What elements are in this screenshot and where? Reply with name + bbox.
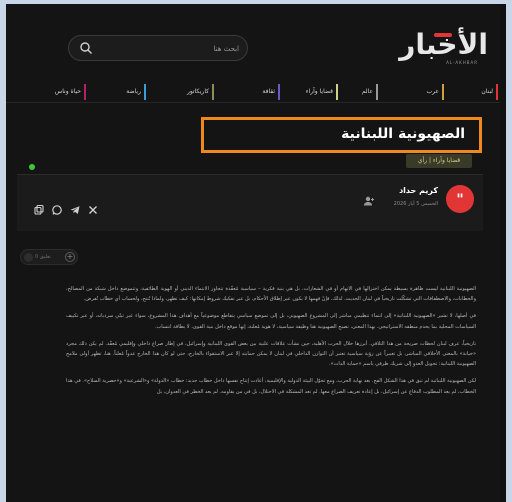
copy-link-icon[interactable] — [33, 204, 45, 216]
telegram-icon[interactable] — [69, 204, 81, 216]
nav-item-world[interactable]: عالم — [342, 84, 378, 100]
main-nav: لبنان عرب عالم قضايا وآراء ثقافة كاريكاتور ريا… — [6, 80, 506, 102]
comments-button[interactable]: 0 تعليق + — [20, 249, 78, 265]
category-badge[interactable]: قضايا وآراء | رأي — [406, 154, 472, 168]
article-paragraph: الصهيونية اللبنانية ليست ظاهرة بسيطة يمك… — [66, 286, 476, 303]
article-headline: الصهيونية اللبنانية — [341, 126, 465, 142]
nav-item-label: رياضة — [126, 88, 141, 95]
logo-subtitle: AL-AKHBAR — [446, 60, 478, 65]
nav-color-bar — [376, 84, 378, 100]
logo-accent-mark — [434, 33, 452, 37]
article-paragraph: في أصلها، لا تشير «الصهيونية اللبنانية» … — [66, 313, 476, 330]
nav-item-arab[interactable]: عرب — [390, 84, 444, 100]
nav-item-label: قضايا وآراء — [305, 88, 333, 95]
nav-item-culture[interactable]: ثقافة — [220, 84, 280, 100]
site-header: الأخبار AL-AKHBAR — [6, 4, 506, 79]
nav-color-bar — [336, 84, 338, 100]
nav-color-bar — [496, 84, 498, 100]
comments-count: 0 تعليق — [35, 254, 51, 260]
search-icon[interactable] — [79, 41, 93, 55]
follow-author-icon[interactable] — [363, 196, 375, 206]
nav-divider — [6, 102, 506, 103]
nav-item-cartoon[interactable]: كاريكاتور — [154, 84, 214, 100]
search-input[interactable] — [99, 39, 241, 59]
add-comment-icon[interactable]: + — [65, 252, 75, 262]
live-status-dot — [29, 164, 35, 170]
browser-viewport: الأخبار AL-AKHBAR لبنان عرب عالم قضايا وآرا… — [6, 4, 506, 502]
nav-item-label: عرب — [426, 88, 439, 95]
nav-item-sports[interactable]: رياضة — [96, 84, 146, 100]
nav-item-label: كاريكاتور — [186, 88, 209, 95]
publish-date: الخميس 5 أيار 2026 — [393, 201, 438, 207]
article-paragraph: تاريخياً، عرف لبنان لحظات صريحة من هذا ا… — [66, 340, 476, 368]
page-scrollbar[interactable] — [500, 4, 506, 502]
svg-text:": " — [456, 192, 463, 208]
author-card: " كريم حداد الخميس 5 أيار 2026 — [17, 174, 483, 231]
nav-color-bar — [278, 84, 280, 100]
search-box[interactable] — [68, 35, 248, 61]
site-logo[interactable]: الأخبار AL-AKHBAR — [399, 29, 488, 66]
nav-item-opinion[interactable]: قضايا وآراء — [282, 84, 338, 100]
nav-color-bar — [84, 84, 86, 100]
nav-color-bar — [442, 84, 444, 100]
whatsapp-icon[interactable] — [51, 204, 63, 216]
nav-item-label: ثقافة — [262, 88, 275, 95]
nav-item-lebanon[interactable]: لبنان — [454, 84, 498, 100]
nav-item-label: لبنان — [481, 88, 493, 95]
x-twitter-icon[interactable] — [87, 204, 99, 216]
nav-color-bar — [144, 84, 146, 100]
nav-color-bar — [212, 84, 214, 100]
nav-item-label: حياة وناس — [54, 88, 81, 95]
article-paragraph: لكن الصهيونية اللبنانية لم تبق في هذا ال… — [66, 378, 476, 395]
author-name[interactable]: كريم حداد — [399, 186, 438, 195]
nav-item-label: عالم — [361, 88, 373, 95]
comment-avatar-dot — [24, 253, 33, 262]
article-body: الصهيونية اللبنانية ليست ظاهرة بسيطة يمك… — [66, 284, 476, 404]
nav-item-life[interactable]: حياة وناس — [26, 84, 86, 100]
author-avatar[interactable]: " — [446, 185, 474, 213]
headline-highlight-box: الصهيونية اللبنانية — [201, 117, 482, 153]
